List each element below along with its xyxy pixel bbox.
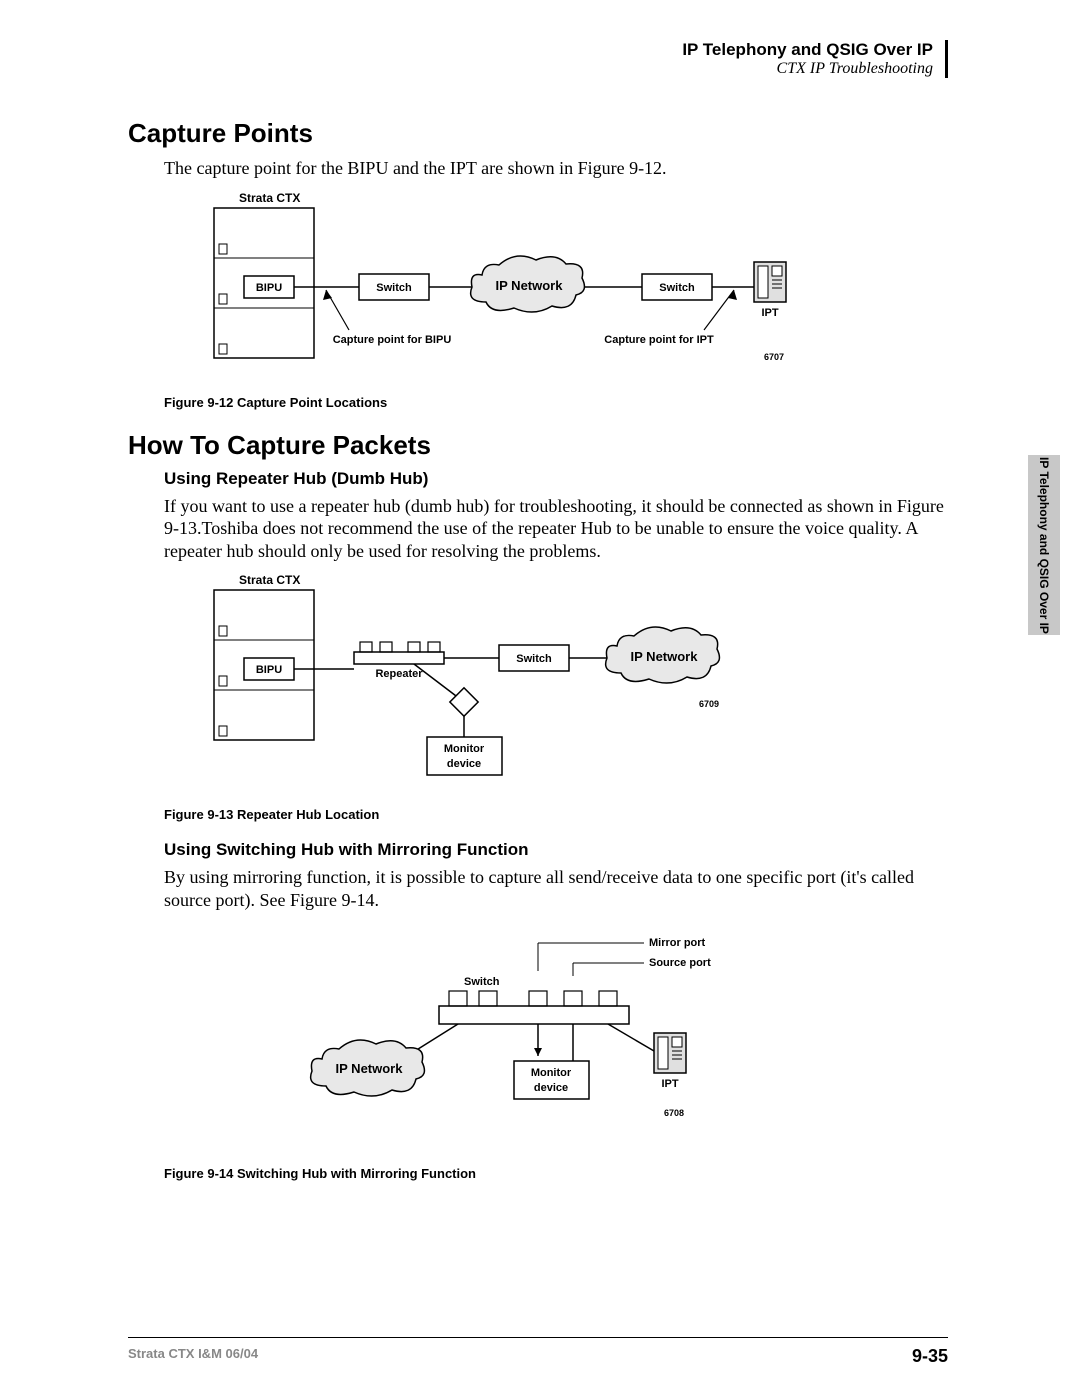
label-strata: Strata CTX [239, 191, 300, 205]
label-switch13: Switch [516, 653, 552, 665]
label-mirror14: Mirror port [649, 937, 706, 949]
figure-9-12: Strata CTX BIPU Switch IP Network Sw [164, 190, 948, 385]
label-ipt: IPT [761, 307, 778, 319]
subsection-repeater-body: If you want to use a repeater hub (dumb … [164, 495, 948, 563]
subsection-switching-body: By using mirroring function, it is possi… [164, 866, 948, 911]
subsection-switching-title: Using Switching Hub with Mirroring Funct… [164, 840, 948, 860]
figure-9-13: Strata CTX BIPU Repeater Switch [164, 572, 948, 797]
page-header: IP Telephony and QSIG Over IP CTX IP Tro… [128, 40, 948, 78]
header-subtitle: CTX IP Troubleshooting [128, 60, 933, 78]
label-ipt14: IPT [661, 1078, 678, 1090]
label-bipu13: BIPU [256, 664, 282, 676]
label-cap-ipt: Capture point for IPT [604, 334, 714, 346]
label-monitor13: Monitor [444, 743, 485, 755]
label-bipu: BIPU [256, 282, 282, 294]
footer-left: Strata CTX I&M 06/04 [128, 1346, 258, 1367]
label-ipnetwork13: IP Network [631, 649, 699, 664]
section-how-to-capture-title: How To Capture Packets [128, 430, 948, 461]
section-capture-points-body: The capture point for the BIPU and the I… [164, 157, 948, 180]
label-switch1: Switch [376, 282, 412, 294]
label-switch2: Switch [659, 282, 695, 294]
figure-9-14: Switch Mirror port Source port IP Networ… [164, 921, 948, 1156]
figure-9-12-caption: Figure 9-12 Capture Point Locations [164, 395, 948, 410]
figure-9-14-caption: Figure 9-14 Switching Hub with Mirroring… [164, 1166, 948, 1181]
label-repeater13: Repeater [375, 668, 423, 680]
label-cap-bipu: Capture point for BIPU [333, 334, 452, 346]
label-figid12: 6707 [764, 352, 784, 362]
label-ipnetwork: IP Network [496, 278, 564, 293]
label-switch14: Switch [464, 976, 500, 988]
label-strata13: Strata CTX [239, 573, 300, 587]
label-device14: device [534, 1082, 568, 1094]
footer-page-number: 9-35 [912, 1346, 948, 1367]
section-capture-points-title: Capture Points [128, 118, 948, 149]
label-source14: Source port [649, 957, 711, 969]
label-figid13: 6709 [699, 699, 719, 709]
subsection-repeater-title: Using Repeater Hub (Dumb Hub) [164, 469, 948, 489]
header-title: IP Telephony and QSIG Over IP [128, 40, 933, 60]
side-tab: IP Telephony and QSIG Over IP [1028, 455, 1060, 635]
figure-9-13-caption: Figure 9-13 Repeater Hub Location [164, 807, 948, 822]
label-monitor14: Monitor [531, 1067, 572, 1079]
page-footer: Strata CTX I&M 06/04 9-35 [128, 1337, 948, 1367]
label-figid14: 6708 [664, 1108, 684, 1118]
label-ipnetwork14: IP Network [336, 1061, 404, 1076]
label-device13: device [447, 758, 481, 770]
side-tab-label: IP Telephony and QSIG Over IP [1037, 457, 1051, 634]
